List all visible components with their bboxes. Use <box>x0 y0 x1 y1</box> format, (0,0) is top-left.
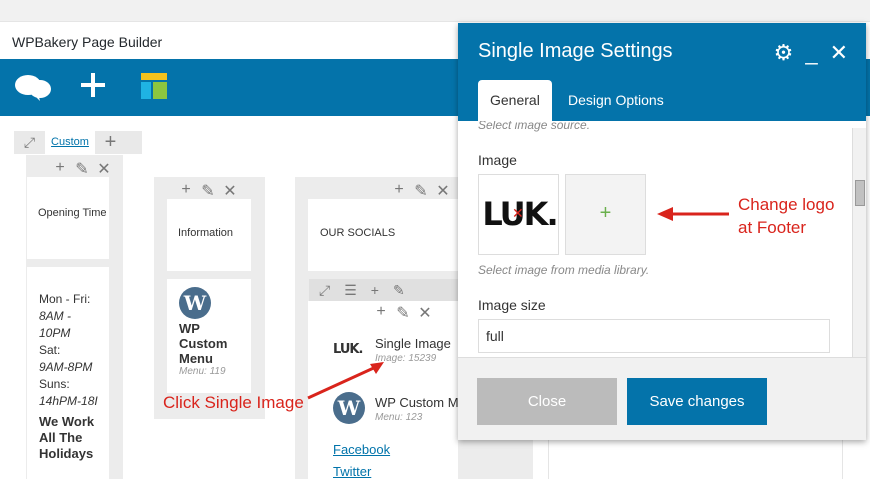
text-block-hours[interactable]: Mon - Fri: 8AM - 10PM Sat: 9AM-8PM Suns:… <box>27 267 109 479</box>
wordpress-icon: W <box>179 287 211 319</box>
image-size-input[interactable]: full <box>478 319 830 353</box>
element-title: Single Image <box>375 336 451 351</box>
hours-line: Sat: <box>39 343 61 357</box>
edit-icon[interactable]: ✎ <box>75 159 89 179</box>
add-icon[interactable]: + <box>371 282 379 298</box>
row-custom-link[interactable]: Custom <box>45 131 95 154</box>
wp-custom-menu-element[interactable]: W WP Custom Menu Menu: 119 <box>167 279 251 393</box>
add-icon[interactable]: + <box>53 159 67 179</box>
modal-title: Single Image Settings <box>478 40 673 62</box>
column-controls: + ✎ ✕ <box>53 159 111 179</box>
hours-line: 8AM - <box>39 309 72 323</box>
image-size-label: Image size <box>478 297 546 313</box>
element-subtitle: Menu: 123 <box>375 412 423 423</box>
scrollbar-thumb[interactable] <box>855 180 865 206</box>
annotation-arrow-icon <box>657 207 729 221</box>
modal-footer: Close Save changes <box>458 357 866 440</box>
hours-line: 9AM-8PM <box>39 360 93 374</box>
element-title: WP Custom Menu <box>179 321 228 366</box>
templates-icon[interactable] <box>141 73 167 104</box>
add-image-icon: + <box>599 202 612 224</box>
facebook-link[interactable]: Facebook <box>333 442 390 457</box>
inner-row-controls: ⤢ ☰ + ✎ <box>309 279 459 301</box>
edit-icon[interactable]: ✎ <box>393 282 405 299</box>
twitter-link[interactable]: Twitter <box>333 464 371 479</box>
drag-handle-icon[interactable]: ☰ <box>344 282 357 299</box>
hours-line: 10PM <box>39 326 71 340</box>
wpbakery-logo-icon[interactable] <box>14 73 52 106</box>
add-icon[interactable]: + <box>392 181 406 201</box>
close-icon[interactable]: ✕ <box>223 181 237 201</box>
row-add-icon[interactable]: + <box>95 131 126 154</box>
hours-line: 14hPM-18I <box>39 394 98 408</box>
tab-general[interactable]: General <box>478 80 552 121</box>
column-controls: + ✎ ✕ <box>374 303 432 323</box>
annotation-change-logo: Change logo at Footer <box>738 195 835 237</box>
annotation-click-single-image: Click Single Image <box>163 393 304 412</box>
text-block-title[interactable]: Information <box>167 199 251 271</box>
hours-line: Mon - Fri: <box>39 292 91 306</box>
admin-top-strip <box>0 0 870 22</box>
edit-icon[interactable]: ✎ <box>396 303 410 323</box>
text-block-title[interactable]: OUR SOCIALS <box>308 199 458 271</box>
minimize-icon[interactable]: _ <box>805 40 817 66</box>
element-subtitle: Menu: 119 <box>179 366 226 377</box>
holidays-note: We Work All The Holidays <box>39 414 95 461</box>
modal-scrollbar[interactable] <box>852 128 866 357</box>
image-label: Image <box>478 152 517 168</box>
annotation-arrow-icon <box>307 362 384 400</box>
hours-line: Suns: <box>39 377 70 391</box>
save-changes-button[interactable]: Save changes <box>627 378 767 425</box>
add-icon[interactable]: + <box>179 181 193 201</box>
column-opening-time: + ✎ ✕ Opening Time Mon - Fri: 8AM - 10PM… <box>26 155 123 479</box>
add-image-button[interactable]: + <box>565 174 646 255</box>
image-source-hint: Select image source. <box>478 121 591 132</box>
row-controls: ⤢ Custom + <box>14 131 142 154</box>
image-preview[interactable]: LUK. ✕ <box>478 174 559 255</box>
expand-icon[interactable]: ⤢ <box>14 131 45 154</box>
edit-icon[interactable]: ✎ <box>201 181 215 201</box>
remove-image-icon[interactable]: ✕ <box>512 205 524 222</box>
right-pane <box>548 440 843 479</box>
add-icon[interactable]: + <box>374 303 388 323</box>
close-icon[interactable]: ✕ <box>418 303 432 323</box>
add-element-icon[interactable] <box>80 72 106 103</box>
column-controls: + ✎ ✕ <box>179 181 237 201</box>
image-library-hint: Select image from media library. <box>478 263 650 277</box>
tab-design-options[interactable]: Design Options <box>556 80 676 121</box>
edit-icon[interactable]: ✎ <box>414 181 428 201</box>
expand-icon[interactable]: ⤢ <box>319 282 330 299</box>
column-information: + ✎ ✕ Information W WP Custom Menu Menu:… <box>154 177 265 419</box>
builder-title: WPBakery Page Builder <box>12 34 163 50</box>
text-block-title[interactable]: Opening Time <box>27 177 109 259</box>
close-icon[interactable]: ✕ <box>436 181 450 201</box>
modal-controls: ⚙ _ ✕ <box>774 40 848 66</box>
close-icon[interactable]: ✕ <box>97 159 111 179</box>
modal-header: Single Image Settings ⚙ _ ✕ General Desi… <box>458 23 866 121</box>
modal-body: Select image source. Image LUK. ✕ + Sele… <box>458 121 866 357</box>
gear-icon[interactable]: ⚙ <box>774 40 794 66</box>
close-button[interactable]: Close <box>477 378 617 425</box>
close-icon[interactable]: ✕ <box>830 40 848 66</box>
column-controls: + ✎ ✕ <box>392 181 450 201</box>
